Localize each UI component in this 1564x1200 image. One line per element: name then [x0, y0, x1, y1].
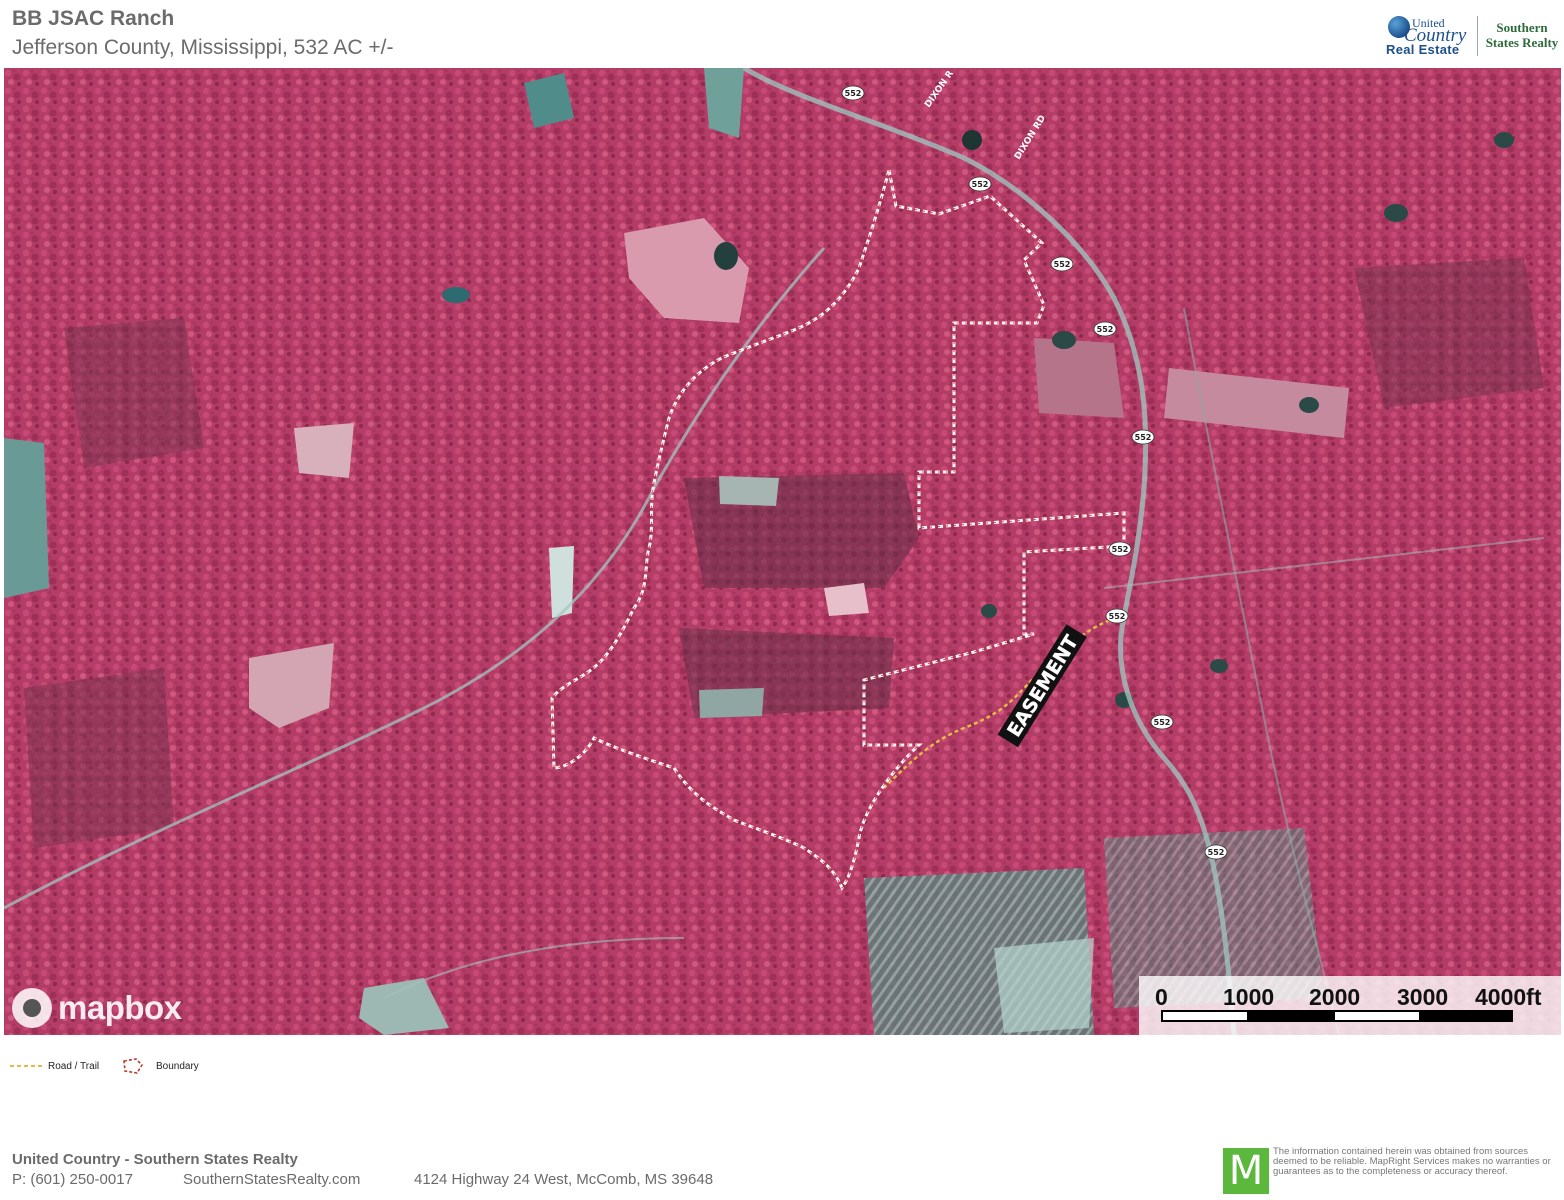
- road-shield-2: 552: [968, 176, 992, 192]
- mapbox-attribution[interactable]: mapbox: [12, 986, 182, 1030]
- svg-text:552: 552: [1154, 718, 1171, 727]
- legend-boundary: Boundary: [122, 1058, 199, 1074]
- svg-text:552: 552: [1054, 260, 1071, 269]
- mapbox-icon: [12, 988, 52, 1028]
- scale-label-0: 0: [1155, 984, 1168, 1010]
- legend-road-trail: Road / Trail: [10, 1058, 99, 1074]
- footer-address: 4124 Highway 24 West, McComb, MS 39648: [414, 1171, 714, 1188]
- road-shield-8: 552: [1150, 714, 1174, 730]
- svg-text:552: 552: [845, 89, 862, 98]
- scale-segment-4: [1419, 1010, 1513, 1022]
- svg-text:552: 552: [1208, 848, 1225, 857]
- legend-road-trail-label: Road / Trail: [48, 1060, 100, 1072]
- brand-logo[interactable]: United Country Real Estate Southern Stat…: [1384, 14, 1560, 58]
- mapright-logo-icon: M: [1223, 1148, 1269, 1194]
- scale-segment-2: [1247, 1010, 1335, 1022]
- logo-southern-states: Southern States Realty: [1484, 20, 1560, 50]
- road-shield-9: 552: [1204, 844, 1228, 860]
- road-shield-3: 552: [1050, 256, 1074, 272]
- scale-segment-3: [1333, 1010, 1421, 1022]
- scale-label-3000: 3000: [1397, 984, 1449, 1010]
- map-imagery: 552 552 552 552 552 552 552 552 552 DIXO…: [4, 68, 1561, 1035]
- svg-text:552: 552: [1097, 325, 1114, 334]
- footer-website[interactable]: SouthernStatesRealty.com: [183, 1171, 360, 1188]
- page-title: BB JSAC Ranch: [12, 7, 175, 30]
- road-shield-4: 552: [1093, 321, 1117, 337]
- road-shield-1: 552: [841, 85, 865, 101]
- svg-text:552: 552: [1135, 433, 1152, 442]
- scale-label-1000: 1000: [1223, 984, 1275, 1010]
- footer-company: United Country - Southern States Realty: [12, 1151, 298, 1168]
- disclaimer-text: The information contained herein was obt…: [1273, 1146, 1551, 1177]
- footer-phone[interactable]: P: (601) 250-0017: [12, 1171, 133, 1188]
- logo-southern-line2: States Realty: [1485, 35, 1559, 50]
- logo-real-estate-text: Real Estate: [1386, 42, 1460, 57]
- road-shield-5: 552: [1131, 429, 1155, 445]
- page-subtitle: Jefferson County, Mississippi, 532 AC +/…: [12, 36, 394, 59]
- scale-bar: 0 1000 2000 3000 4000ft: [1139, 976, 1561, 1035]
- logo-divider: [1477, 16, 1478, 56]
- road-shield-6: 552: [1108, 541, 1132, 557]
- logo-southern-line1: Southern: [1496, 20, 1548, 35]
- united-country-logo: United Country Real Estate: [1384, 14, 1474, 58]
- svg-text:552: 552: [972, 180, 989, 189]
- road-shield-7: 552: [1105, 608, 1129, 624]
- scale-label-4000ft: 4000ft: [1475, 984, 1542, 1010]
- scale-label-2000: 2000: [1309, 984, 1361, 1010]
- mapbox-text: mapbox: [58, 989, 182, 1026]
- boundary-polygon-icon: [123, 1058, 144, 1074]
- dashed-line-icon: [10, 1065, 42, 1067]
- scale-segment-1: [1161, 1010, 1249, 1022]
- legend-boundary-label: Boundary: [156, 1060, 199, 1072]
- svg-text:552: 552: [1112, 545, 1129, 554]
- svg-text:552: 552: [1109, 612, 1126, 621]
- aerial-map[interactable]: 552 552 552 552 552 552 552 552 552 DIXO…: [4, 68, 1561, 1035]
